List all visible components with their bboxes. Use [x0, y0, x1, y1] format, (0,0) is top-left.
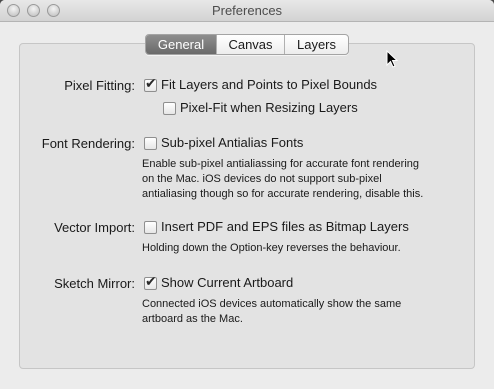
font-rendering-label: Font Rendering: [41, 136, 135, 151]
description-line: antialiasing though so for accurate rend… [142, 188, 424, 200]
sketch-mirror-label: Sketch Mirror: [54, 276, 135, 291]
window-title: Preferences [211, 3, 283, 18]
tab-canvas[interactable]: Canvas [216, 35, 284, 54]
pixel-fit-resizing-option-label[interactable]: Pixel-Fit when Resizing Layers [180, 100, 358, 115]
pixel-fit-resizing-checkbox[interactable] [163, 102, 176, 115]
pixel-fitting-label: Pixel Fitting: [64, 78, 135, 93]
description-line: Enable sub-pixel antialiassing for accur… [142, 158, 419, 170]
preferences-window: Preferences General Canvas Layers Pixel … [0, 0, 494, 389]
sketch-mirror-description: Connected iOS devices automatically show… [142, 297, 472, 327]
subpixel-antialias-option-label[interactable]: Sub-pixel Antialias Fonts [161, 135, 303, 150]
vector-import-description: Holding down the Option-key reverses the… [142, 241, 472, 256]
tab-layers[interactable]: Layers [284, 35, 348, 54]
description-line: artboard as the Mac. [142, 313, 243, 325]
font-rendering-description: Enable sub-pixel antialiassing for accur… [142, 157, 472, 202]
description-line: on the Mac. iOS devices do not support s… [142, 173, 382, 185]
show-artboard-option-label[interactable]: Show Current Artboard [161, 275, 293, 290]
tab-general[interactable]: General [146, 35, 216, 54]
fit-layers-option-label[interactable]: Fit Layers and Points to Pixel Bounds [161, 77, 377, 92]
tab-bar: General Canvas Layers [145, 34, 349, 55]
vector-import-label: Vector Import: [54, 220, 135, 235]
fit-layers-checkbox[interactable] [144, 76, 157, 92]
title-bar[interactable]: Preferences [0, 0, 494, 22]
description-line: Connected iOS devices automatically show… [142, 298, 402, 310]
content-area: General Canvas Layers Pixel Fitting: Fit… [0, 23, 494, 389]
show-artboard-checkbox[interactable] [144, 274, 157, 290]
bitmap-layers-checkbox[interactable] [144, 221, 157, 234]
subpixel-antialias-checkbox[interactable] [144, 137, 157, 150]
bitmap-layers-option-label[interactable]: Insert PDF and EPS files as Bitmap Layer… [161, 219, 409, 234]
description-line: Holding down the Option-key reverses the… [142, 242, 401, 254]
mouse-cursor-icon [386, 50, 398, 68]
